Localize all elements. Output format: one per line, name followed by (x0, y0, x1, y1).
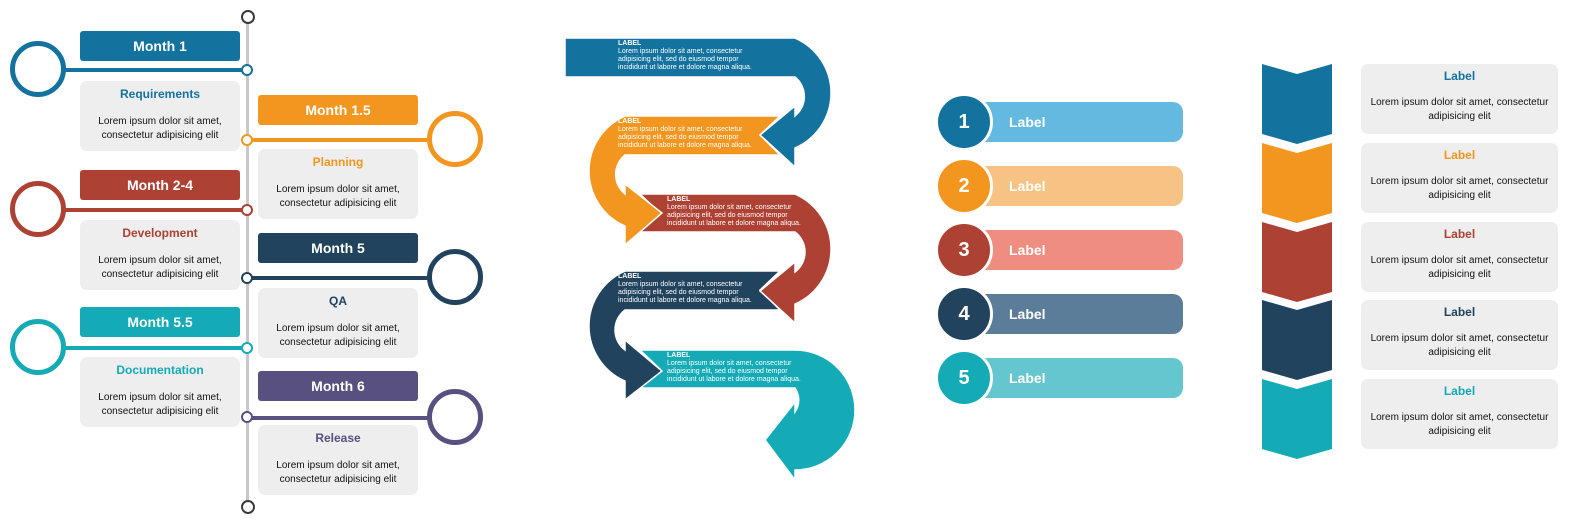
chevron-card-title: Label (1443, 227, 1476, 241)
chevron-icon (1262, 143, 1332, 223)
number-badge: 3 (935, 221, 993, 279)
number-badge: 4 (935, 285, 993, 343)
numbered-list-item: Label (975, 294, 1183, 334)
chevron-icon (1262, 222, 1332, 302)
numbered-item-label: Label (1009, 114, 1046, 130)
numbered-item-label: Label (1009, 178, 1046, 194)
number-badge: 1 (935, 93, 993, 151)
snake-step-desc: Lorem ipsum dolor sit amet, consectetur … (618, 281, 752, 304)
chevron-card-title: Label (1443, 305, 1476, 319)
snake-step-label: LABEL (618, 40, 642, 47)
snake-step-text: LABEL Lorem ipsum dolor sit amet, consec… (667, 352, 817, 384)
chevron-card: Label Lorem ipsum dolor sit amet, consec… (1361, 300, 1558, 370)
numbered-list-item: Label (975, 358, 1183, 398)
chevron-card-title: Label (1443, 148, 1476, 162)
numbered-item-label: Label (1009, 370, 1046, 386)
chevron-card: Label Lorem ipsum dolor sit amet, consec… (1361, 222, 1558, 292)
chevron-card-desc: Lorem ipsum dolor sit amet, consectetur … (1370, 97, 1549, 122)
snake-step-label: LABEL (618, 118, 642, 125)
snake-step-desc: Lorem ipsum dolor sit amet, consectetur … (667, 360, 801, 383)
chevron-icon (1262, 300, 1332, 380)
snake-step-text: LABEL Lorem ipsum dolor sit amet, consec… (618, 273, 768, 305)
number-badge: 2 (935, 157, 993, 215)
chevron-card-title: Label (1443, 69, 1476, 83)
chevron-card-title: Label (1443, 384, 1476, 398)
chevron-card-desc: Lorem ipsum dolor sit amet, consectetur … (1370, 176, 1549, 201)
snake-step-label: LABEL (667, 196, 691, 203)
chevron-icon (1262, 379, 1332, 459)
snake-step-label: LABEL (618, 273, 642, 280)
chevron-card: Label Lorem ipsum dolor sit amet, consec… (1361, 379, 1558, 449)
numbered-item-label: Label (1009, 306, 1046, 322)
snake-step-text: LABEL Lorem ipsum dolor sit amet, consec… (618, 118, 768, 150)
chevron-card: Label Lorem ipsum dolor sit amet, consec… (1361, 143, 1558, 213)
numbered-list-item: Label (975, 102, 1183, 142)
snake-step-desc: Lorem ipsum dolor sit amet, consectetur … (667, 204, 801, 227)
number-badge: 5 (935, 349, 993, 407)
snake-step-text: LABEL Lorem ipsum dolor sit amet, consec… (667, 196, 817, 228)
numbered-item-label: Label (1009, 242, 1046, 258)
chevron-card-desc: Lorem ipsum dolor sit amet, consectetur … (1370, 412, 1549, 437)
chevron-card-desc: Lorem ipsum dolor sit amet, consectetur … (1370, 255, 1549, 280)
chevron-icon (1262, 64, 1332, 144)
snake-step-text: LABEL Lorem ipsum dolor sit amet, consec… (618, 40, 768, 72)
snake-step-desc: Lorem ipsum dolor sit amet, consectetur … (618, 126, 752, 149)
snake-step-desc: Lorem ipsum dolor sit amet, consectetur … (618, 48, 752, 71)
snake-step-label: LABEL (667, 352, 691, 359)
numbered-list-item: Label (975, 166, 1183, 206)
chevron-card-desc: Lorem ipsum dolor sit amet, consectetur … (1370, 333, 1549, 358)
numbered-list-item: Label (975, 230, 1183, 270)
chevron-card: Label Lorem ipsum dolor sit amet, consec… (1361, 64, 1558, 134)
snake-diagram (564, 37, 856, 483)
